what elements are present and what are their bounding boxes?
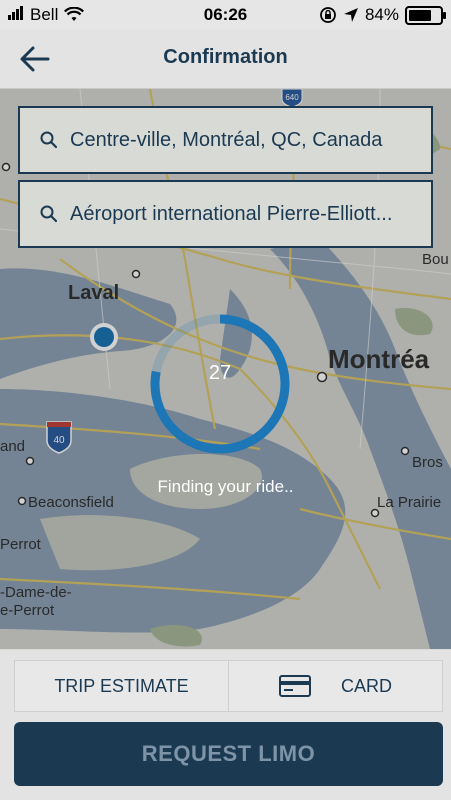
- card-label: CARD: [340, 675, 392, 696]
- trip-estimate-tab[interactable]: TRIP ESTIMATE: [15, 661, 228, 711]
- request-limo-button[interactable]: REQUEST LIMO: [14, 722, 443, 786]
- battery-percent: 84%: [364, 5, 399, 24]
- card-tab[interactable]: CARD: [228, 661, 442, 711]
- nav-bar: Confirmation: [0, 30, 451, 89]
- origin-text: Centre-ville, Montréal, QC, Canada: [70, 128, 383, 151]
- credit-card-icon: [278, 675, 311, 697]
- rotation-lock-icon: [320, 7, 336, 23]
- destination-text: Aéroport international Pierre-Elliott...: [70, 202, 393, 225]
- battery-icon: [405, 5, 446, 25]
- page-title: Confirmation: [163, 46, 288, 68]
- finding-ride-message: Finding your ride..: [157, 477, 294, 496]
- status-bar: Bell 06:26 84%: [0, 0, 451, 30]
- countdown-number: 27: [208, 362, 232, 384]
- location-arrow-icon: [343, 8, 358, 22]
- search-icon: [40, 131, 58, 149]
- origin-field[interactable]: Centre-ville, Montréal, QC, Canada: [18, 106, 433, 174]
- search-icon: [40, 205, 58, 223]
- trip-estimate-label: TRIP ESTIMATE: [54, 675, 189, 696]
- option-tabs: TRIP ESTIMATE CARD: [14, 660, 443, 712]
- destination-field[interactable]: Aéroport international Pierre-Elliott...: [18, 180, 433, 248]
- bottom-panel: TRIP ESTIMATE CARD REQUEST LIMO: [0, 650, 451, 800]
